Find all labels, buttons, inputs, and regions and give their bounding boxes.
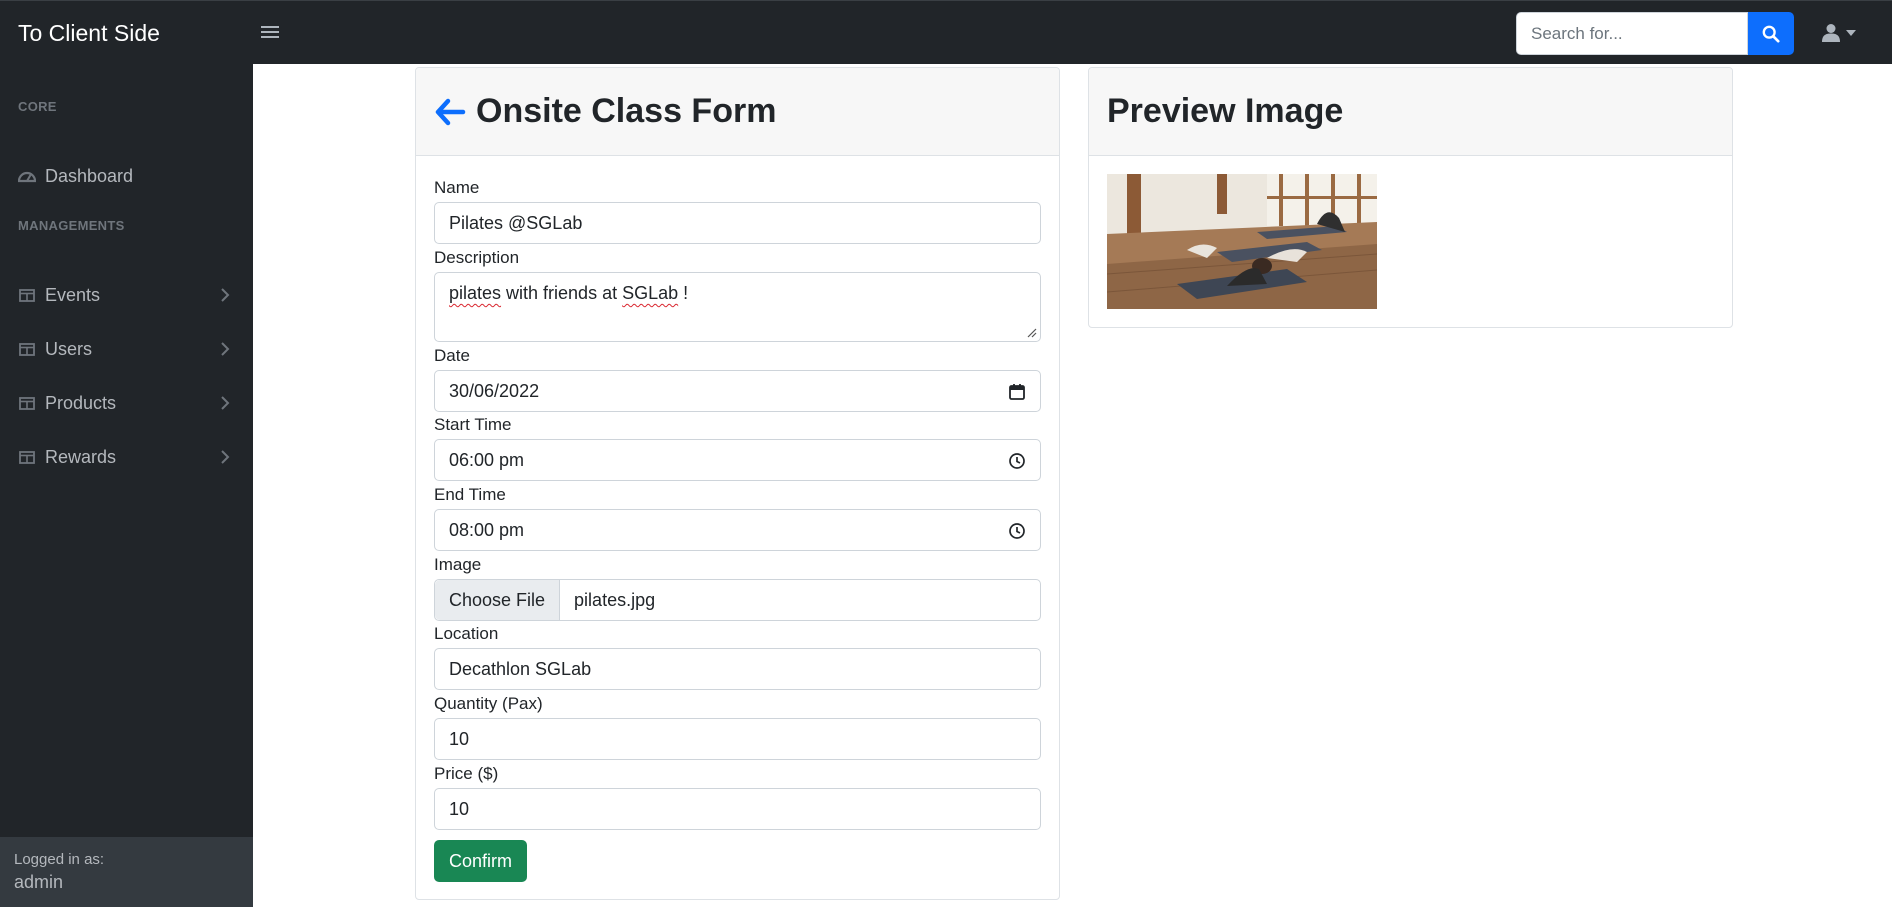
sidebar-item-label: Products xyxy=(45,392,117,413)
chevron-right-icon xyxy=(221,450,230,464)
logged-in-user: admin xyxy=(14,872,64,892)
sidebar-item-dashboard[interactable]: Dashboard xyxy=(0,156,253,196)
end-time-input[interactable]: 08:00 pm xyxy=(434,509,1041,551)
quantity-value: 10 xyxy=(449,728,470,749)
user-icon xyxy=(1822,24,1840,42)
tachometer-icon xyxy=(18,167,36,185)
sidebar-heading-managements: MANAGEMENTS xyxy=(18,218,125,233)
start-time-label: Start Time xyxy=(434,415,512,434)
onsite-class-form-card: Onsite Class Form Name Pilates @SGLab De… xyxy=(415,67,1060,900)
description-textarea[interactable]: pilates with friends at SGLab ! xyxy=(434,272,1041,342)
clock-icon[interactable] xyxy=(1008,452,1026,470)
logged-in-caption: Logged in as: xyxy=(14,851,105,868)
location-label: Location xyxy=(434,624,499,643)
price-input[interactable]: 10 xyxy=(434,788,1041,830)
sidebar-toggle-icon[interactable] xyxy=(259,23,281,43)
brand-title[interactable]: To Client Side xyxy=(18,1,160,65)
search-input[interactable] xyxy=(1516,12,1748,55)
location-input[interactable]: Decathlon SGLab xyxy=(434,648,1041,690)
description-word: pilates xyxy=(449,283,502,303)
calendar-icon[interactable] xyxy=(1008,383,1026,401)
preview-title: Preview Image xyxy=(1107,92,1344,130)
table-icon xyxy=(18,448,36,466)
sidebar-footer: Logged in as: admin xyxy=(0,837,253,907)
sidebar-item-label: Users xyxy=(45,338,93,359)
confirm-button[interactable]: Confirm xyxy=(434,840,527,882)
start-time-input[interactable]: 06:00 pm xyxy=(434,439,1041,481)
resize-handle-icon[interactable] xyxy=(1025,326,1037,338)
description-word: SGLab xyxy=(622,283,679,303)
quantity-label: Quantity (Pax) xyxy=(434,694,543,713)
description-label: Description xyxy=(434,248,520,267)
file-name: pilates.jpg xyxy=(574,589,656,610)
chevron-right-icon xyxy=(221,342,230,356)
price-label: Price ($) xyxy=(434,764,499,783)
image-file-input[interactable]: Choose File pilates.jpg xyxy=(434,579,1041,621)
sidebar-item-users[interactable]: Users xyxy=(0,329,253,369)
top-navbar: To Client Side xyxy=(0,0,1892,64)
price-value: 10 xyxy=(449,798,470,819)
table-icon xyxy=(18,340,36,358)
sidebar-item-rewards[interactable]: Rewards xyxy=(0,437,253,477)
form-title: Onsite Class Form xyxy=(476,92,777,130)
image-label: Image xyxy=(434,555,482,574)
clock-icon[interactable] xyxy=(1008,522,1026,540)
description-word: with friends at xyxy=(501,283,623,303)
search-form xyxy=(1516,12,1794,55)
end-time-label: End Time xyxy=(434,485,506,504)
quantity-input[interactable]: 10 xyxy=(434,718,1041,760)
form-card-header: Onsite Class Form xyxy=(416,68,1059,156)
table-icon xyxy=(18,286,36,304)
search-button[interactable] xyxy=(1748,12,1794,55)
sidebar-item-label: Events xyxy=(45,284,101,305)
sidebar-item-label: Rewards xyxy=(45,446,117,467)
name-label: Name xyxy=(434,178,480,197)
sidebar-heading-core: CORE xyxy=(18,99,57,114)
sidebar: CORE Dashboard MANAGEMENTS Events Users … xyxy=(0,64,253,907)
back-arrow-icon[interactable] xyxy=(434,96,466,128)
date-input[interactable]: 30/06/2022 xyxy=(434,370,1041,412)
start-time-value: 06:00 pm xyxy=(449,449,525,470)
end-time-value: 08:00 pm xyxy=(449,519,525,540)
name-value: Pilates @SGLab xyxy=(449,212,583,233)
user-menu-dropdown[interactable] xyxy=(1822,21,1856,45)
description-value: pilates with friends at SGLab ! xyxy=(449,283,688,304)
choose-file-button[interactable]: Choose File xyxy=(435,580,561,620)
location-value: Decathlon SGLab xyxy=(449,658,592,679)
pilates-photo-image xyxy=(1107,174,1377,309)
preview-card-header: Preview Image xyxy=(1089,68,1732,156)
search-icon xyxy=(1762,25,1780,43)
sidebar-item-label: Dashboard xyxy=(45,165,134,186)
preview-image-card: Preview Image xyxy=(1088,67,1733,328)
date-label: Date xyxy=(434,346,470,365)
chevron-right-icon xyxy=(221,396,230,410)
table-icon xyxy=(18,394,36,412)
chevron-right-icon xyxy=(221,288,230,302)
preview-image xyxy=(1107,174,1377,309)
caret-down-icon xyxy=(1846,30,1856,36)
name-input[interactable]: Pilates @SGLab xyxy=(434,202,1041,244)
sidebar-item-products[interactable]: Products xyxy=(0,383,253,423)
description-word: ! xyxy=(678,283,689,303)
date-value: 30/06/2022 xyxy=(449,380,540,401)
sidebar-item-events[interactable]: Events xyxy=(0,275,253,315)
